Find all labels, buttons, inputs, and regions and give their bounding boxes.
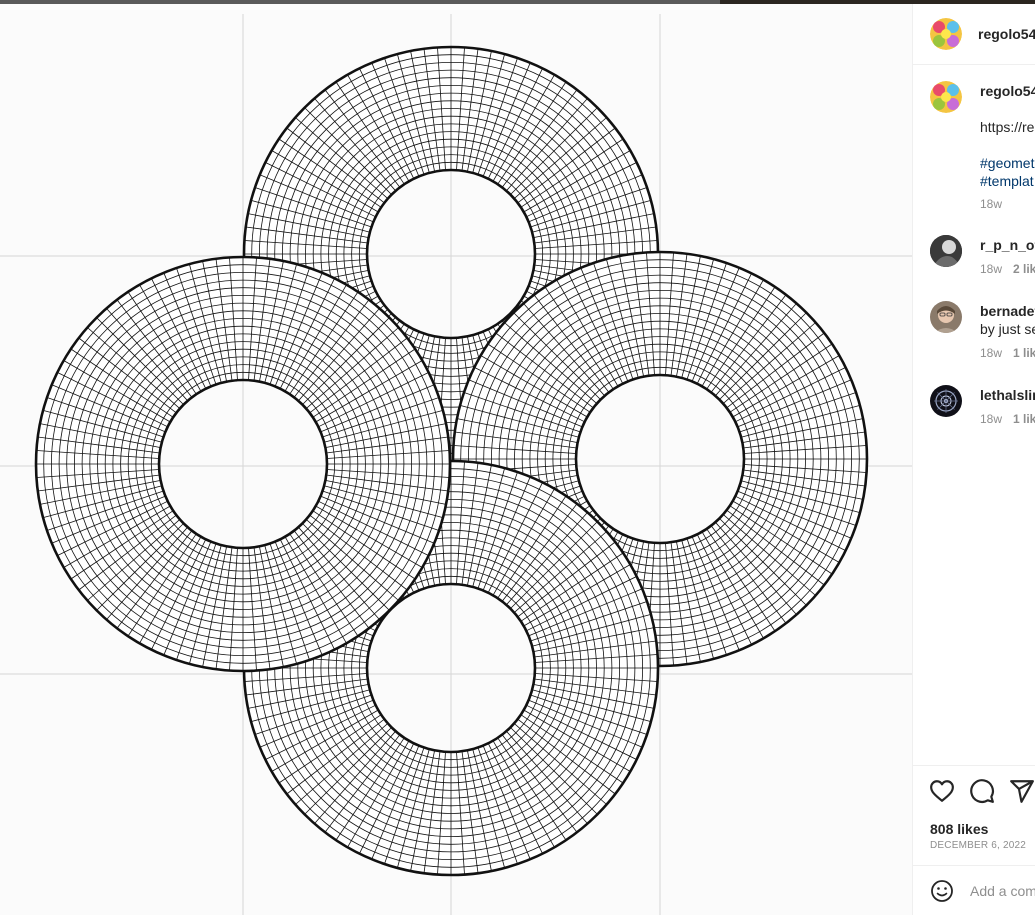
emoji-button[interactable]: [930, 879, 954, 903]
ring-grid-drawing: [0, 14, 912, 915]
likes-count[interactable]: 808 likes: [930, 821, 988, 837]
header-author-name[interactable]: regolo54: [978, 26, 1035, 42]
comment-username[interactable]: r_p_n_off: [980, 237, 1035, 253]
caption-link-text[interactable]: https://re: [980, 119, 1034, 135]
actions-divider: [913, 765, 1035, 766]
comment-bubble-icon: [970, 779, 994, 803]
user-photo-icon: [930, 301, 962, 333]
post-image[interactable]: [0, 4, 912, 915]
comment-username[interactable]: lethalslin: [980, 387, 1035, 403]
hashtag-link[interactable]: #geomet: [980, 155, 1034, 171]
header-divider: [913, 64, 1035, 65]
comment-age: 18w: [980, 262, 1003, 276]
comment-avatar[interactable]: [930, 385, 962, 417]
comment-likes[interactable]: 1 lik: [1013, 346, 1035, 360]
colorful-avatar-icon: [930, 81, 962, 113]
like-button[interactable]: [929, 778, 955, 804]
user-photo-icon: [930, 235, 962, 267]
post-side-panel: regolo54 regolo54 https://re #geomet #te…: [912, 4, 1035, 915]
comment-button[interactable]: [969, 778, 995, 804]
comment-age: 18w: [980, 412, 1003, 426]
comment-age: 18w: [980, 346, 1003, 360]
comment-likes[interactable]: 2 lik: [1013, 262, 1035, 276]
comment-avatar[interactable]: [930, 301, 962, 333]
emoji-smile-icon: [931, 880, 953, 902]
caption-avatar[interactable]: [930, 81, 962, 113]
comment-avatar[interactable]: [930, 235, 962, 267]
comment-box-divider: [913, 865, 1035, 866]
caption-age: 18w: [980, 197, 1003, 211]
paper-plane-icon: [1010, 780, 1034, 803]
mandala-avatar-icon: [930, 385, 962, 417]
post-date: DECEMBER 6, 2022: [930, 840, 1027, 851]
author-avatar[interactable]: [930, 18, 962, 50]
caption-author-name[interactable]: regolo54: [980, 83, 1035, 99]
add-comment-input[interactable]: Add a com: [970, 883, 1035, 899]
share-button[interactable]: [1009, 778, 1035, 804]
comment-likes[interactable]: 1 lik: [1013, 412, 1035, 426]
comment-username[interactable]: bernadet: [980, 303, 1035, 319]
comment-text: by just se: [980, 321, 1035, 337]
colorful-avatar-icon: [930, 18, 962, 50]
hashtag-link[interactable]: #templat: [980, 173, 1034, 189]
heart-icon: [930, 780, 954, 802]
